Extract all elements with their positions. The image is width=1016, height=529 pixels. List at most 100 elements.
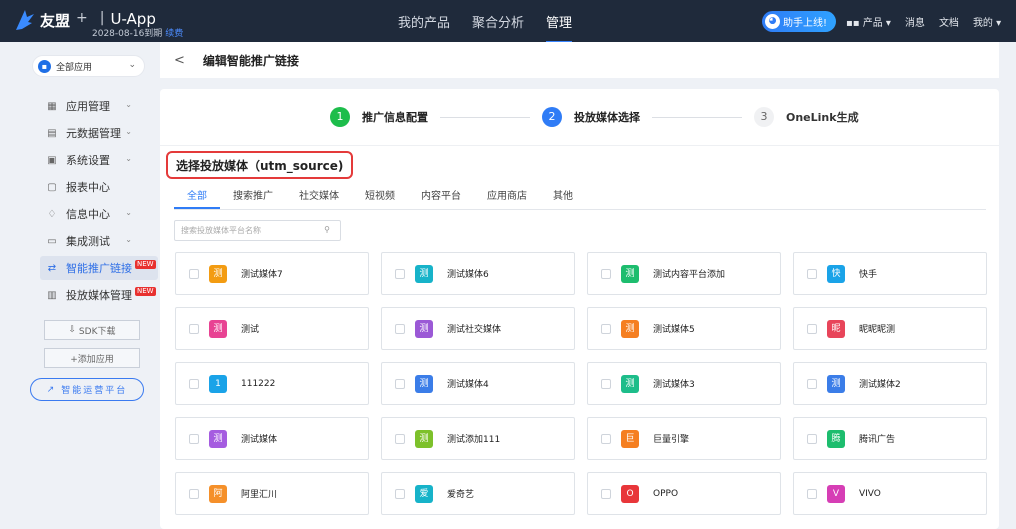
media-search-input[interactable]: 搜索投放媒体平台名称 ⚲ (174, 220, 341, 241)
media-option[interactable]: 测 测试媒体7 (175, 252, 369, 295)
media-name: 测试内容平台添加 (653, 270, 726, 280)
media-badge-icon: O (621, 484, 639, 503)
sidebar-item-label: 信息中心 (66, 208, 110, 221)
media-badge-icon: 昵 (827, 319, 845, 338)
step-connector (652, 116, 742, 118)
page-title: 编辑智能推广链接 (202, 53, 299, 68)
media-name: OPPO (653, 488, 679, 499)
ops-platform-button[interactable]: ↗ 智能运营平台 (30, 378, 144, 401)
media-badge-icon: 巨 (621, 429, 639, 448)
media-checkbox[interactable] (189, 433, 199, 444)
media-checkbox[interactable] (189, 268, 199, 279)
media-checkbox[interactable] (395, 323, 405, 334)
media-option[interactable]: 测 测试媒体5 (587, 307, 781, 350)
media-checkbox[interactable] (601, 488, 611, 499)
step-connector (440, 116, 530, 118)
media-option[interactable]: 昵 昵昵昵测 (793, 307, 987, 350)
media-checkbox[interactable] (395, 268, 405, 279)
sidebar-item-app-management[interactable]: ▦ 应用管理 ⌄ (40, 94, 158, 118)
tab-social[interactable]: 社交媒体 (286, 188, 352, 209)
nav-messages[interactable]: 消息 (905, 14, 925, 29)
sidebar-item-label: 集成测试 (66, 235, 110, 248)
tab-other[interactable]: 其他 (540, 188, 586, 209)
nav-docs[interactable]: 文档 (939, 14, 959, 29)
assistant-label: 助手上线! (783, 18, 828, 29)
download-icon: ⇩ (68, 325, 79, 335)
app-select[interactable]: ▪ 全部应用 ⌄ (32, 55, 145, 77)
tab-content[interactable]: 内容平台 (408, 188, 474, 209)
nav-my-products[interactable]: 我的产品 (398, 12, 450, 31)
robot-icon: ◕ (765, 14, 780, 29)
chevron-down-icon: ⌄ (125, 235, 132, 244)
media-checkbox[interactable] (807, 323, 817, 334)
media-option[interactable]: 测 测试媒体2 (793, 362, 987, 405)
sdk-download-button[interactable]: ⇩ SDK下载 (44, 320, 140, 340)
media-checkbox[interactable] (395, 433, 405, 444)
media-name: 测试媒体3 (653, 380, 695, 390)
sidebar-item-integration-test[interactable]: ▭ 集成测试 ⌄ (40, 229, 158, 253)
media-checkbox[interactable] (601, 433, 611, 444)
tab-all[interactable]: 全部 (174, 188, 220, 209)
nav-products[interactable]: ▪▪ 产品 ▾ (846, 14, 891, 29)
media-checkbox[interactable] (807, 488, 817, 499)
assistant-button[interactable]: ◕ 助手上线! (762, 11, 836, 32)
nav-mine[interactable]: 我的 ▾ (973, 14, 1001, 29)
media-checkbox[interactable] (601, 323, 611, 334)
media-name: 测试媒体2 (859, 380, 901, 390)
media-badge-icon: 腾 (827, 429, 845, 448)
media-option[interactable]: 快 快手 (793, 252, 987, 295)
add-app-button[interactable]: +添加应用 (44, 348, 140, 368)
media-name: 测试添加111 (447, 435, 501, 445)
media-name: 爱奇艺 (447, 490, 475, 500)
sidebar-item-metadata[interactable]: ▤ 元数据管理 ⌄ (40, 121, 158, 145)
media-option[interactable]: 爱 爱奇艺 (381, 472, 575, 515)
sidebar-item-system-settings[interactable]: ▣ 系统设置 ⌄ (40, 148, 158, 172)
media-badge-icon: 测 (415, 429, 433, 448)
media-option[interactable]: 测 测试社交媒体 (381, 307, 575, 350)
media-checkbox[interactable] (395, 378, 405, 389)
step-label: 推广信息配置 (362, 111, 428, 124)
media-checkbox[interactable] (395, 488, 405, 499)
nav-manage[interactable]: 管理 (546, 12, 573, 43)
search-placeholder: 搜索投放媒体平台名称 (181, 226, 261, 235)
media-option[interactable]: 测 测试媒体3 (587, 362, 781, 405)
media-checkbox[interactable] (807, 433, 817, 444)
media-option[interactable]: 腾 腾讯广告 (793, 417, 987, 460)
tab-search-promo[interactable]: 搜索推广 (220, 188, 286, 209)
sidebar-item-smart-link[interactable]: ⇄ 智能推广链接 NEW (40, 256, 158, 280)
media-option[interactable]: 巨 巨量引擎 (587, 417, 781, 460)
app-dot-icon: ▪ (38, 59, 51, 73)
nav-aggregate-analysis[interactable]: 聚合分析 (472, 12, 524, 31)
media-checkbox[interactable] (189, 323, 199, 334)
renew-link[interactable]: 续费 (165, 29, 183, 39)
media-name: 腾讯广告 (859, 435, 896, 445)
media-option[interactable]: 测 测试媒体 (175, 417, 369, 460)
sidebar-item-info-center[interactable]: ♢ 信息中心 ⌄ (40, 202, 158, 226)
media-badge-icon: V (827, 484, 845, 503)
media-option[interactable]: 阿 阿里汇川 (175, 472, 369, 515)
tab-short-video[interactable]: 短视频 (352, 188, 408, 209)
media-option[interactable]: 测 测试添加111 (381, 417, 575, 460)
tab-app-store[interactable]: 应用商店 (474, 188, 540, 209)
media-option[interactable]: 测 测试媒体6 (381, 252, 575, 295)
media-checkbox[interactable] (807, 378, 817, 389)
media-option[interactable]: 1 111222 (175, 362, 369, 405)
step-number: 3 (754, 107, 774, 127)
media-checkbox[interactable] (601, 378, 611, 389)
link-icon: ⇄ (47, 262, 57, 274)
media-checkbox[interactable] (807, 268, 817, 279)
brand-name: 友盟 (40, 12, 71, 30)
media-checkbox[interactable] (189, 378, 199, 389)
media-option[interactable]: 测 测试媒体4 (381, 362, 575, 405)
media-checkbox[interactable] (189, 488, 199, 499)
media-option[interactable]: O OPPO (587, 472, 781, 515)
media-option[interactable]: 测 测试 (175, 307, 369, 350)
sidebar-item-report-center[interactable]: ▢ 报表中心 (40, 175, 158, 199)
sidebar-item-media-management[interactable]: ▥ 投放媒体管理 NEW (40, 283, 158, 307)
media-option[interactable]: 测 测试内容平台添加 (587, 252, 781, 295)
media-option[interactable]: V VIVO (793, 472, 987, 515)
media-checkbox[interactable] (601, 268, 611, 279)
back-icon[interactable]: < (174, 53, 185, 68)
top-bar: 友盟 + | U-App 2028-08-16到期 续费 我的产品 聚合分析 管… (0, 0, 1016, 43)
ops-platform-label: 智能运营平台 (61, 386, 128, 396)
